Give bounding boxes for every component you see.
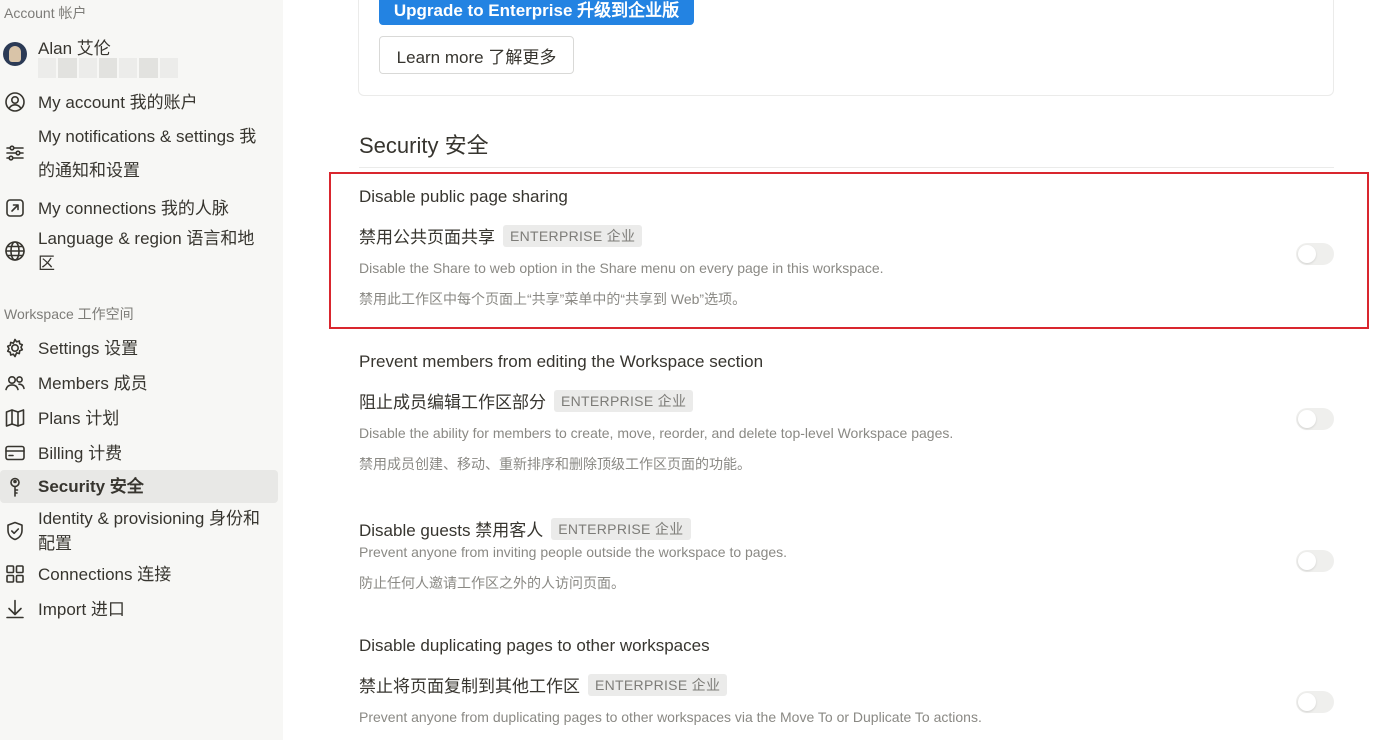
setting-title: Prevent members from editing the Workspa… — [359, 352, 764, 371]
sidebar-item-label: Billing 计费 — [38, 443, 123, 463]
shield-check-icon — [4, 520, 26, 542]
grid-icon — [4, 563, 26, 585]
sidebar-item-label: My connections 我的人脉 — [38, 198, 229, 218]
enterprise-badge: ENTERPRISE 企业 — [503, 225, 643, 247]
sidebar-item-identity[interactable]: Identity & provisioning 身份和配置 — [0, 506, 278, 556]
setting-prevent-workspace-editing: Prevent members from editing the Workspa… — [359, 337, 1334, 482]
arrow-square-icon — [4, 197, 26, 219]
sidebar-item-connections[interactable]: Connections 连接 — [0, 560, 278, 588]
setting-description: Disable the Share to web option in the S… — [359, 260, 884, 276]
setting-disable-guests: Disable guests 禁用客人 ENTERPRISE 企业 Prevent… — [359, 505, 1334, 605]
setting-description: Prevent anyone from inviting people outs… — [359, 544, 788, 560]
sidebar-item-label: My notifications & settings 我的通知和设置 — [38, 127, 257, 180]
disable-duplicating-toggle[interactable] — [1296, 691, 1334, 713]
enterprise-badge: ENTERPRISE 企业 — [588, 674, 728, 696]
sliders-icon — [4, 142, 26, 164]
workspace-section-label: Workspace 工作空间 — [4, 306, 134, 322]
setting-description-zh: 防止任何人邀请工作区之外的人访问页面。 — [359, 575, 625, 591]
page-title: Security 安全 — [359, 133, 489, 158]
sidebar-item-label: Security 安全 — [38, 477, 144, 496]
setting-title: Disable guests 禁用客人 ENTERPRISE 企业 — [359, 516, 691, 541]
settings-sidebar: Account 帐户 Alan 艾伦 My account 我的账户 My no… — [0, 0, 283, 740]
sidebar-item-security[interactable]: Security 安全 — [0, 470, 278, 503]
download-arrow-icon — [4, 598, 26, 620]
setting-title: Disable duplicating pages to other works… — [359, 636, 710, 655]
user-email-redacted — [38, 58, 178, 78]
sidebar-item-label: Members 成员 — [38, 373, 148, 393]
upgrade-to-enterprise-button[interactable]: Upgrade to Enterprise 升级到企业版 — [379, 0, 694, 25]
sidebar-item-label: Identity & provisioning 身份和配置 — [38, 509, 261, 553]
setting-title-zh: 禁止将页面复制到其他工作区 ENTERPRISE 企业 — [359, 672, 728, 697]
sidebar-item-members[interactable]: Members 成员 — [0, 369, 278, 397]
sidebar-item-label: Import 进口 — [38, 599, 125, 619]
sidebar-item-label: Plans 计划 — [38, 408, 120, 428]
sidebar-item-language[interactable]: Language & region 语言和地区 — [0, 226, 278, 276]
sidebar-item-notifications[interactable]: My notifications & settings 我的通知和设置 — [0, 120, 278, 184]
setting-description-zh: 禁用成员创建、移动、重新排序和删除顶级工作区页面的功能。 — [359, 456, 751, 472]
setting-title: Disable public page sharing — [359, 187, 568, 206]
sidebar-item-label: Language & region 语言和地区 — [38, 229, 255, 273]
sidebar-item-billing[interactable]: Billing 计费 — [0, 439, 278, 467]
account-section-label: Account 帐户 — [4, 5, 87, 21]
avatar — [3, 42, 27, 66]
sidebar-item-my-connections[interactable]: My connections 我的人脉 — [0, 194, 278, 222]
sidebar-item-label: My account 我的账户 — [38, 92, 198, 112]
enterprise-badge: ENTERPRISE 企业 — [551, 518, 691, 540]
sidebar-item-label: Settings 设置 — [38, 338, 139, 358]
section-divider — [359, 167, 1334, 168]
setting-description: Prevent anyone from duplicating pages to… — [359, 709, 982, 725]
user-circle-icon — [4, 91, 26, 113]
prevent-workspace-editing-toggle[interactable] — [1296, 408, 1334, 430]
sidebar-item-my-account[interactable]: My account 我的账户 — [0, 88, 278, 116]
user-name: Alan 艾伦 — [38, 39, 111, 58]
sidebar-item-plans[interactable]: Plans 计划 — [0, 404, 278, 432]
sidebar-item-label: Connections 连接 — [38, 564, 172, 584]
globe-icon — [4, 240, 26, 262]
key-icon — [4, 476, 26, 498]
people-icon — [4, 372, 26, 394]
gear-icon — [4, 337, 26, 359]
credit-card-icon — [4, 442, 26, 464]
enterprise-badge: ENTERPRISE 企业 — [554, 390, 694, 412]
map-icon — [4, 407, 26, 429]
setting-title-zh: 禁用公共页面共享 ENTERPRISE 企业 — [359, 223, 643, 248]
sidebar-item-settings[interactable]: Settings 设置 — [0, 334, 278, 362]
learn-more-button[interactable]: Learn more 了解更多 — [379, 36, 574, 74]
setting-disable-duplicating: Disable duplicating pages to other works… — [359, 622, 1334, 740]
setting-description: Disable the ability for members to creat… — [359, 425, 954, 441]
disable-guests-toggle[interactable] — [1296, 550, 1334, 572]
setting-description-zh: 禁用此工作区中每个页面上“共享”菜单中的“共享到 Web”选项。 — [359, 291, 747, 307]
disable-public-sharing-toggle[interactable] — [1296, 243, 1334, 265]
sidebar-item-import[interactable]: Import 进口 — [0, 595, 278, 623]
setting-title-zh: 阻止成员编辑工作区部分 ENTERPRISE 企业 — [359, 388, 694, 413]
setting-disable-public-sharing: Disable public page sharing 禁用公共页面共享 ENTE… — [359, 172, 1334, 329]
